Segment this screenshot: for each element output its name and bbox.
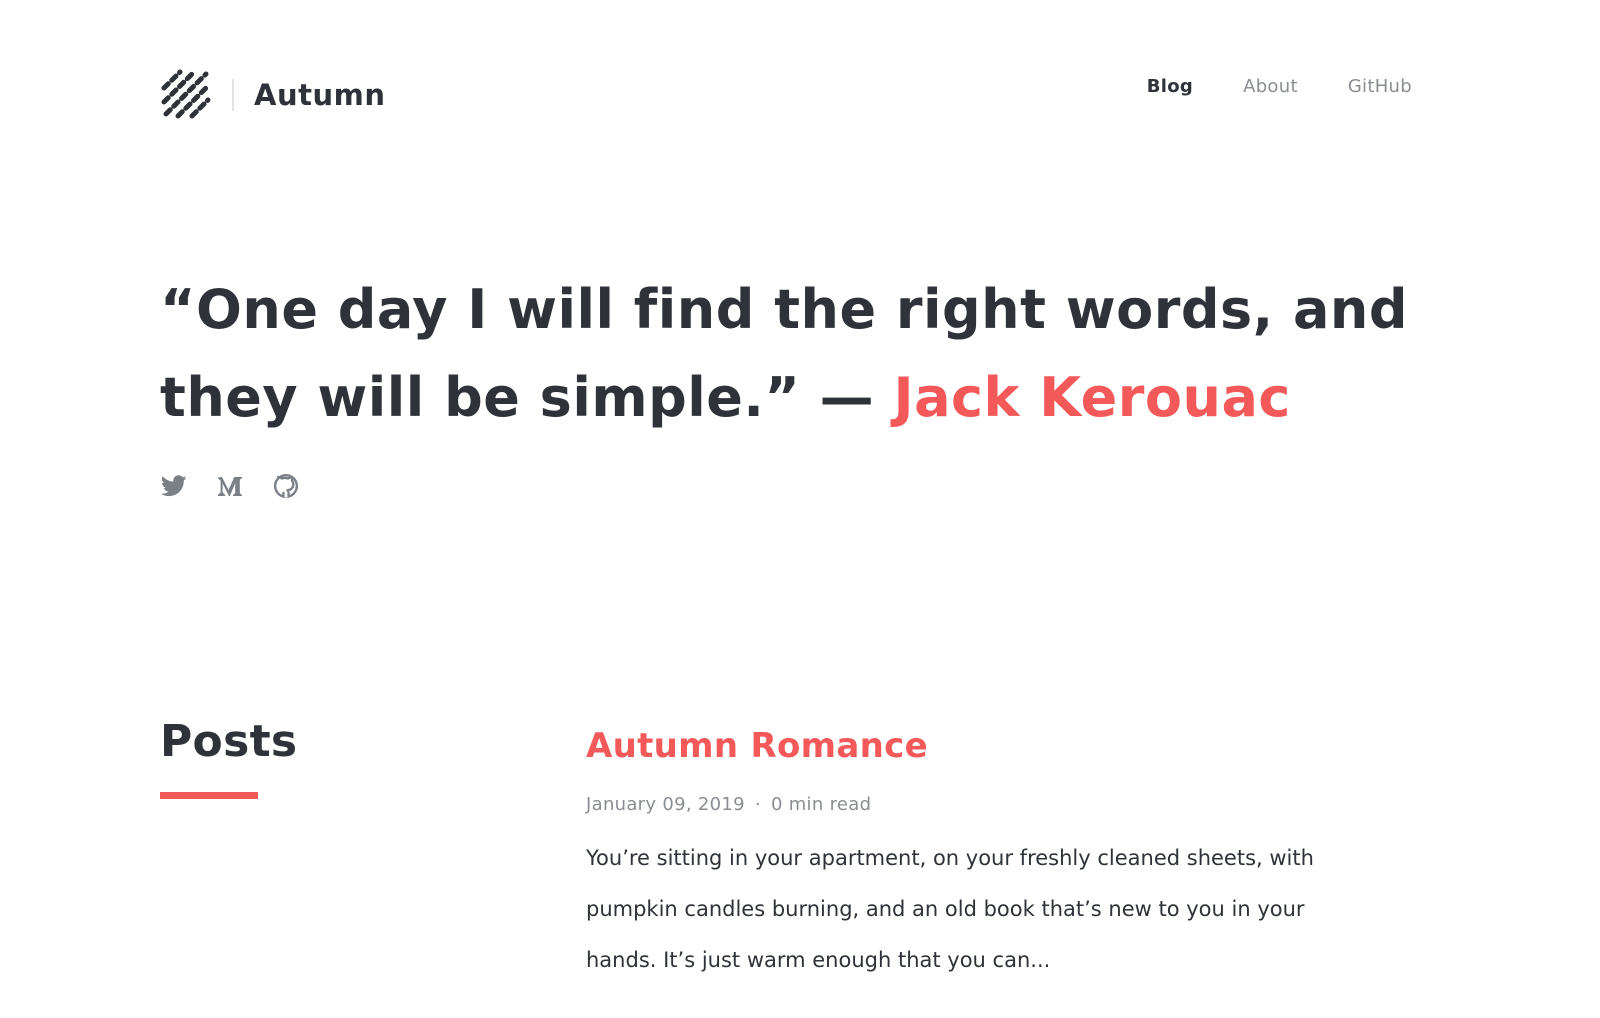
post-meta: January 09, 2019 · 0 min read <box>586 794 1386 815</box>
twitter-link[interactable] <box>160 472 188 500</box>
post-excerpt: You’re sitting in your apartment, on you… <box>586 846 1314 972</box>
post-read-time: 0 min read <box>770 794 872 815</box>
hero-quote: “One day I will find the right words, an… <box>160 266 1410 442</box>
nav-link-about[interactable]: About <box>1243 76 1298 97</box>
main-nav: Blog About GitHub <box>1097 76 1412 97</box>
logo-divider <box>232 79 234 111</box>
github-link[interactable] <box>272 472 300 500</box>
diagonal-stripes-logo-icon <box>161 69 211 119</box>
nav-link-github[interactable]: GitHub <box>1348 76 1412 97</box>
post-date: January 09, 2019 <box>586 794 745 815</box>
posts-heading: Posts <box>160 716 298 767</box>
nav-link-blog[interactable]: Blog <box>1147 76 1193 97</box>
twitter-icon <box>161 475 187 497</box>
meta-separator: · <box>754 794 761 815</box>
github-icon <box>273 473 299 499</box>
medium-icon <box>218 477 242 496</box>
social-links <box>160 472 328 500</box>
page: Autumn Blog About GitHub “One day I will… <box>0 0 1600 1018</box>
post-card: Autumn Romance January 09, 2019 · 0 min re… <box>586 726 1386 986</box>
post-title-link[interactable]: Autumn Romance <box>586 726 1386 766</box>
posts-heading-underline <box>160 792 258 799</box>
medium-link[interactable] <box>216 472 244 500</box>
site-title: Autumn <box>254 78 386 112</box>
site-logo-link[interactable]: Autumn <box>160 68 385 122</box>
hero-quote-author: Jack Kerouac <box>893 366 1291 429</box>
